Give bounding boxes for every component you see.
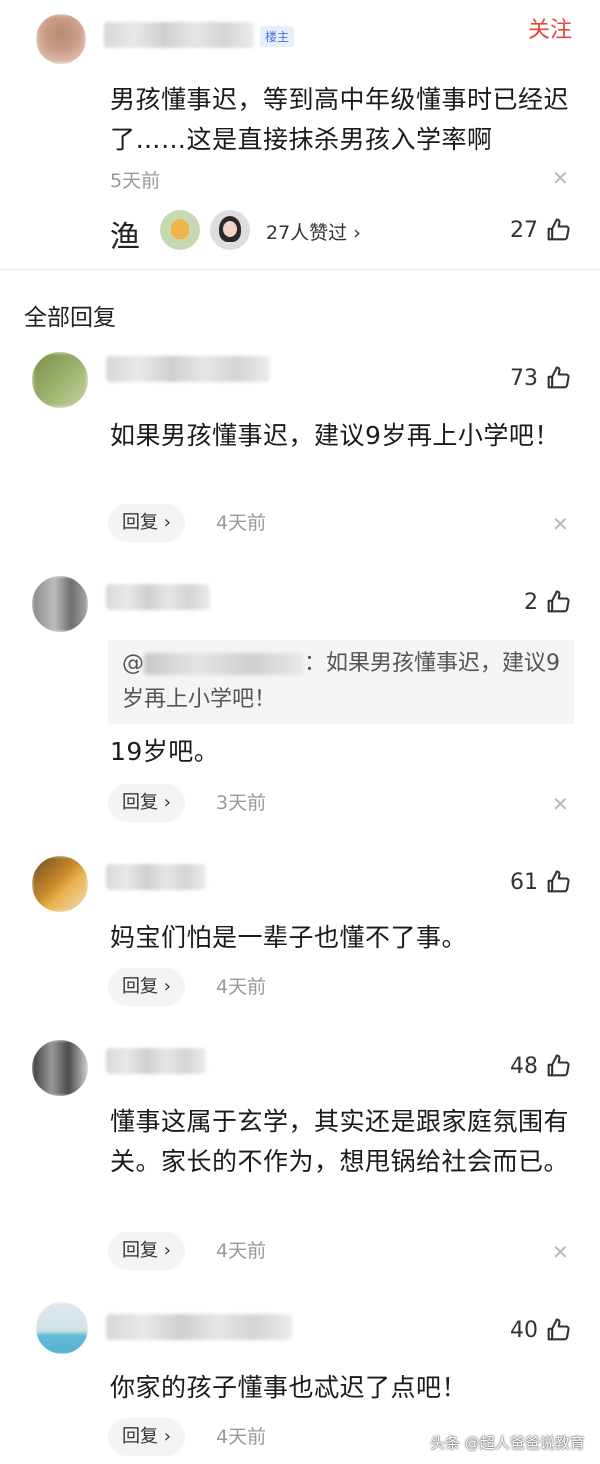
avatar[interactable] (32, 856, 88, 912)
avatar[interactable] (36, 14, 86, 64)
comment-time: 5天前 (110, 170, 161, 192)
avatar[interactable] (32, 352, 88, 408)
reply-text: 妈宝们怕是一辈子也懂不了事。 (110, 923, 468, 952)
reply-time: 4天前 (216, 1426, 267, 1448)
reply-button[interactable]: 回复 › (108, 968, 185, 1006)
reply-time: 4天前 (216, 1240, 267, 1262)
author-name[interactable] (104, 22, 254, 48)
avatar[interactable] (36, 1302, 88, 1354)
quote-at: @ (122, 651, 144, 676)
reply-button[interactable]: 回复 › (108, 1418, 185, 1456)
liker-avatar (210, 210, 250, 250)
like-button[interactable]: 73 (510, 361, 572, 395)
reply-text: 19岁吧。 (110, 737, 220, 766)
thumbs-up-icon (547, 366, 570, 389)
reply-text: 懂事这属于玄学，其实还是跟家庭氛围有关。家长的不作为，想甩锅给社会而已。 (110, 1107, 570, 1176)
close-icon[interactable]: ✕ (552, 794, 569, 814)
follow-button[interactable]: 关注 (528, 12, 572, 44)
reply-text: 如果男孩懂事迟，建议9岁再上小学吧！ (110, 421, 560, 450)
thumbs-up-icon (547, 870, 570, 893)
author-name[interactable] (106, 1314, 292, 1340)
like-button[interactable]: 2 (524, 585, 572, 619)
reply-button[interactable]: 回复 › (108, 784, 185, 822)
like-count: 2 (524, 589, 538, 615)
like-button[interactable]: 61 (510, 865, 572, 899)
watermark: 头条 @超人爸爸说教育 (430, 1434, 585, 1452)
reply-button[interactable]: 回复 › (108, 1232, 185, 1270)
like-count: 40 (510, 1317, 538, 1343)
liker-avatar-text: 渔 (110, 220, 140, 255)
thumbs-up-icon (547, 590, 570, 613)
like-count: 27 (510, 217, 538, 243)
author-name[interactable] (106, 1048, 206, 1074)
like-button[interactable]: 40 (510, 1313, 572, 1347)
like-count: 48 (510, 1053, 538, 1079)
comment-text: 男孩懂事迟，等到高中年级懂事时已经迟了……这是直接抹杀男孩入学率啊 (110, 85, 570, 154)
author-name[interactable] (106, 356, 270, 382)
author-name[interactable] (106, 584, 210, 610)
likers-link[interactable]: 27人赞过 › (266, 218, 361, 245)
quoted-author (144, 653, 304, 675)
close-icon[interactable]: ✕ (552, 514, 569, 534)
thumbs-up-icon (547, 218, 570, 241)
thumbs-up-icon (547, 1318, 570, 1341)
like-count: 61 (510, 869, 538, 895)
avatar[interactable] (32, 1040, 88, 1096)
close-icon[interactable]: ✕ (552, 168, 569, 188)
author-badge: 楼主 (260, 26, 295, 47)
reply-button[interactable]: 回复 › (108, 504, 185, 542)
thumbs-up-icon (547, 1054, 570, 1077)
quoted-reply: @ ：如果男孩懂事迟，建议9岁再上小学吧！ (108, 640, 574, 724)
section-title: 全部回复 (24, 305, 116, 331)
section-divider (0, 268, 600, 271)
avatar[interactable] (32, 576, 88, 632)
author-name[interactable] (106, 864, 206, 890)
reply-time: 3天前 (216, 792, 267, 814)
liker-avatar (160, 210, 200, 250)
close-icon[interactable]: ✕ (552, 1242, 569, 1262)
like-count: 73 (510, 365, 538, 391)
like-button[interactable]: 48 (510, 1049, 572, 1083)
reply-time: 4天前 (216, 512, 267, 534)
reply-time: 4天前 (216, 976, 267, 998)
reply-text: 你家的孩子懂事也忒迟了点吧！ (110, 1373, 468, 1402)
like-button[interactable]: 27 (510, 213, 572, 247)
